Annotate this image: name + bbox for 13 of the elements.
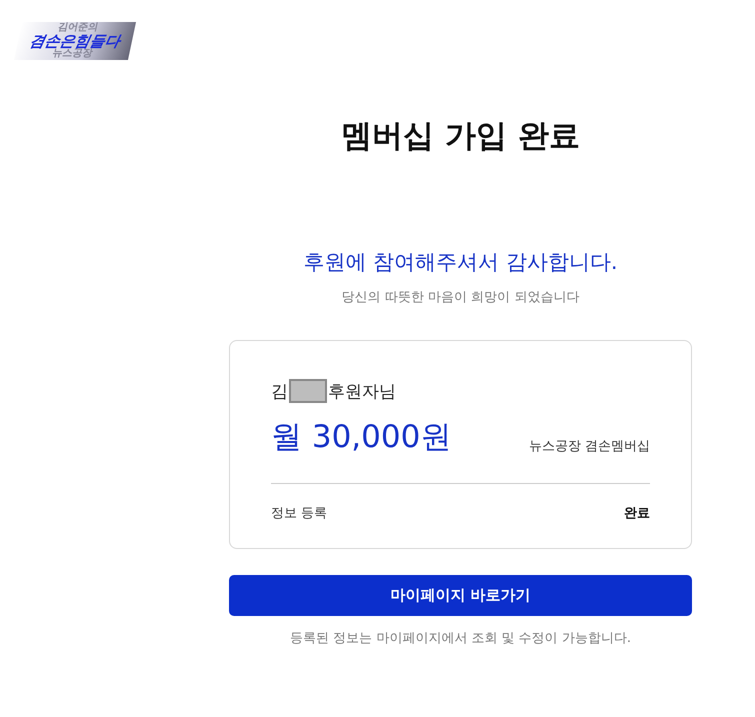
donor-label: 후원자님 [328,380,396,402]
info-status: 완료 [624,505,650,522]
name-prefix: 김 [271,380,288,402]
logo[interactable]: 김어준의 겸손은힘들다 뉴스공장 [14,22,136,60]
info-note: 등록된 정보는 마이페이지에서 조회 및 수정이 가능합니다. [289,630,632,647]
plan-name: 뉴스공장 겸손멤버십 [528,438,650,456]
subtitle: 당신의 따뜻한 마음이 희망이 되었습니다 [340,289,580,306]
monthly-amount: 월 30,000원 [271,418,452,457]
info-label: 정보 등록 [271,505,328,522]
thanks-message: 후원에 참여해주셔서 감사합니다. [302,249,619,276]
page-title: 멤버십 가입 완료 [340,117,581,156]
mypage-button[interactable]: 마이페이지 바로가기 [229,575,692,616]
redaction-block [289,379,327,403]
